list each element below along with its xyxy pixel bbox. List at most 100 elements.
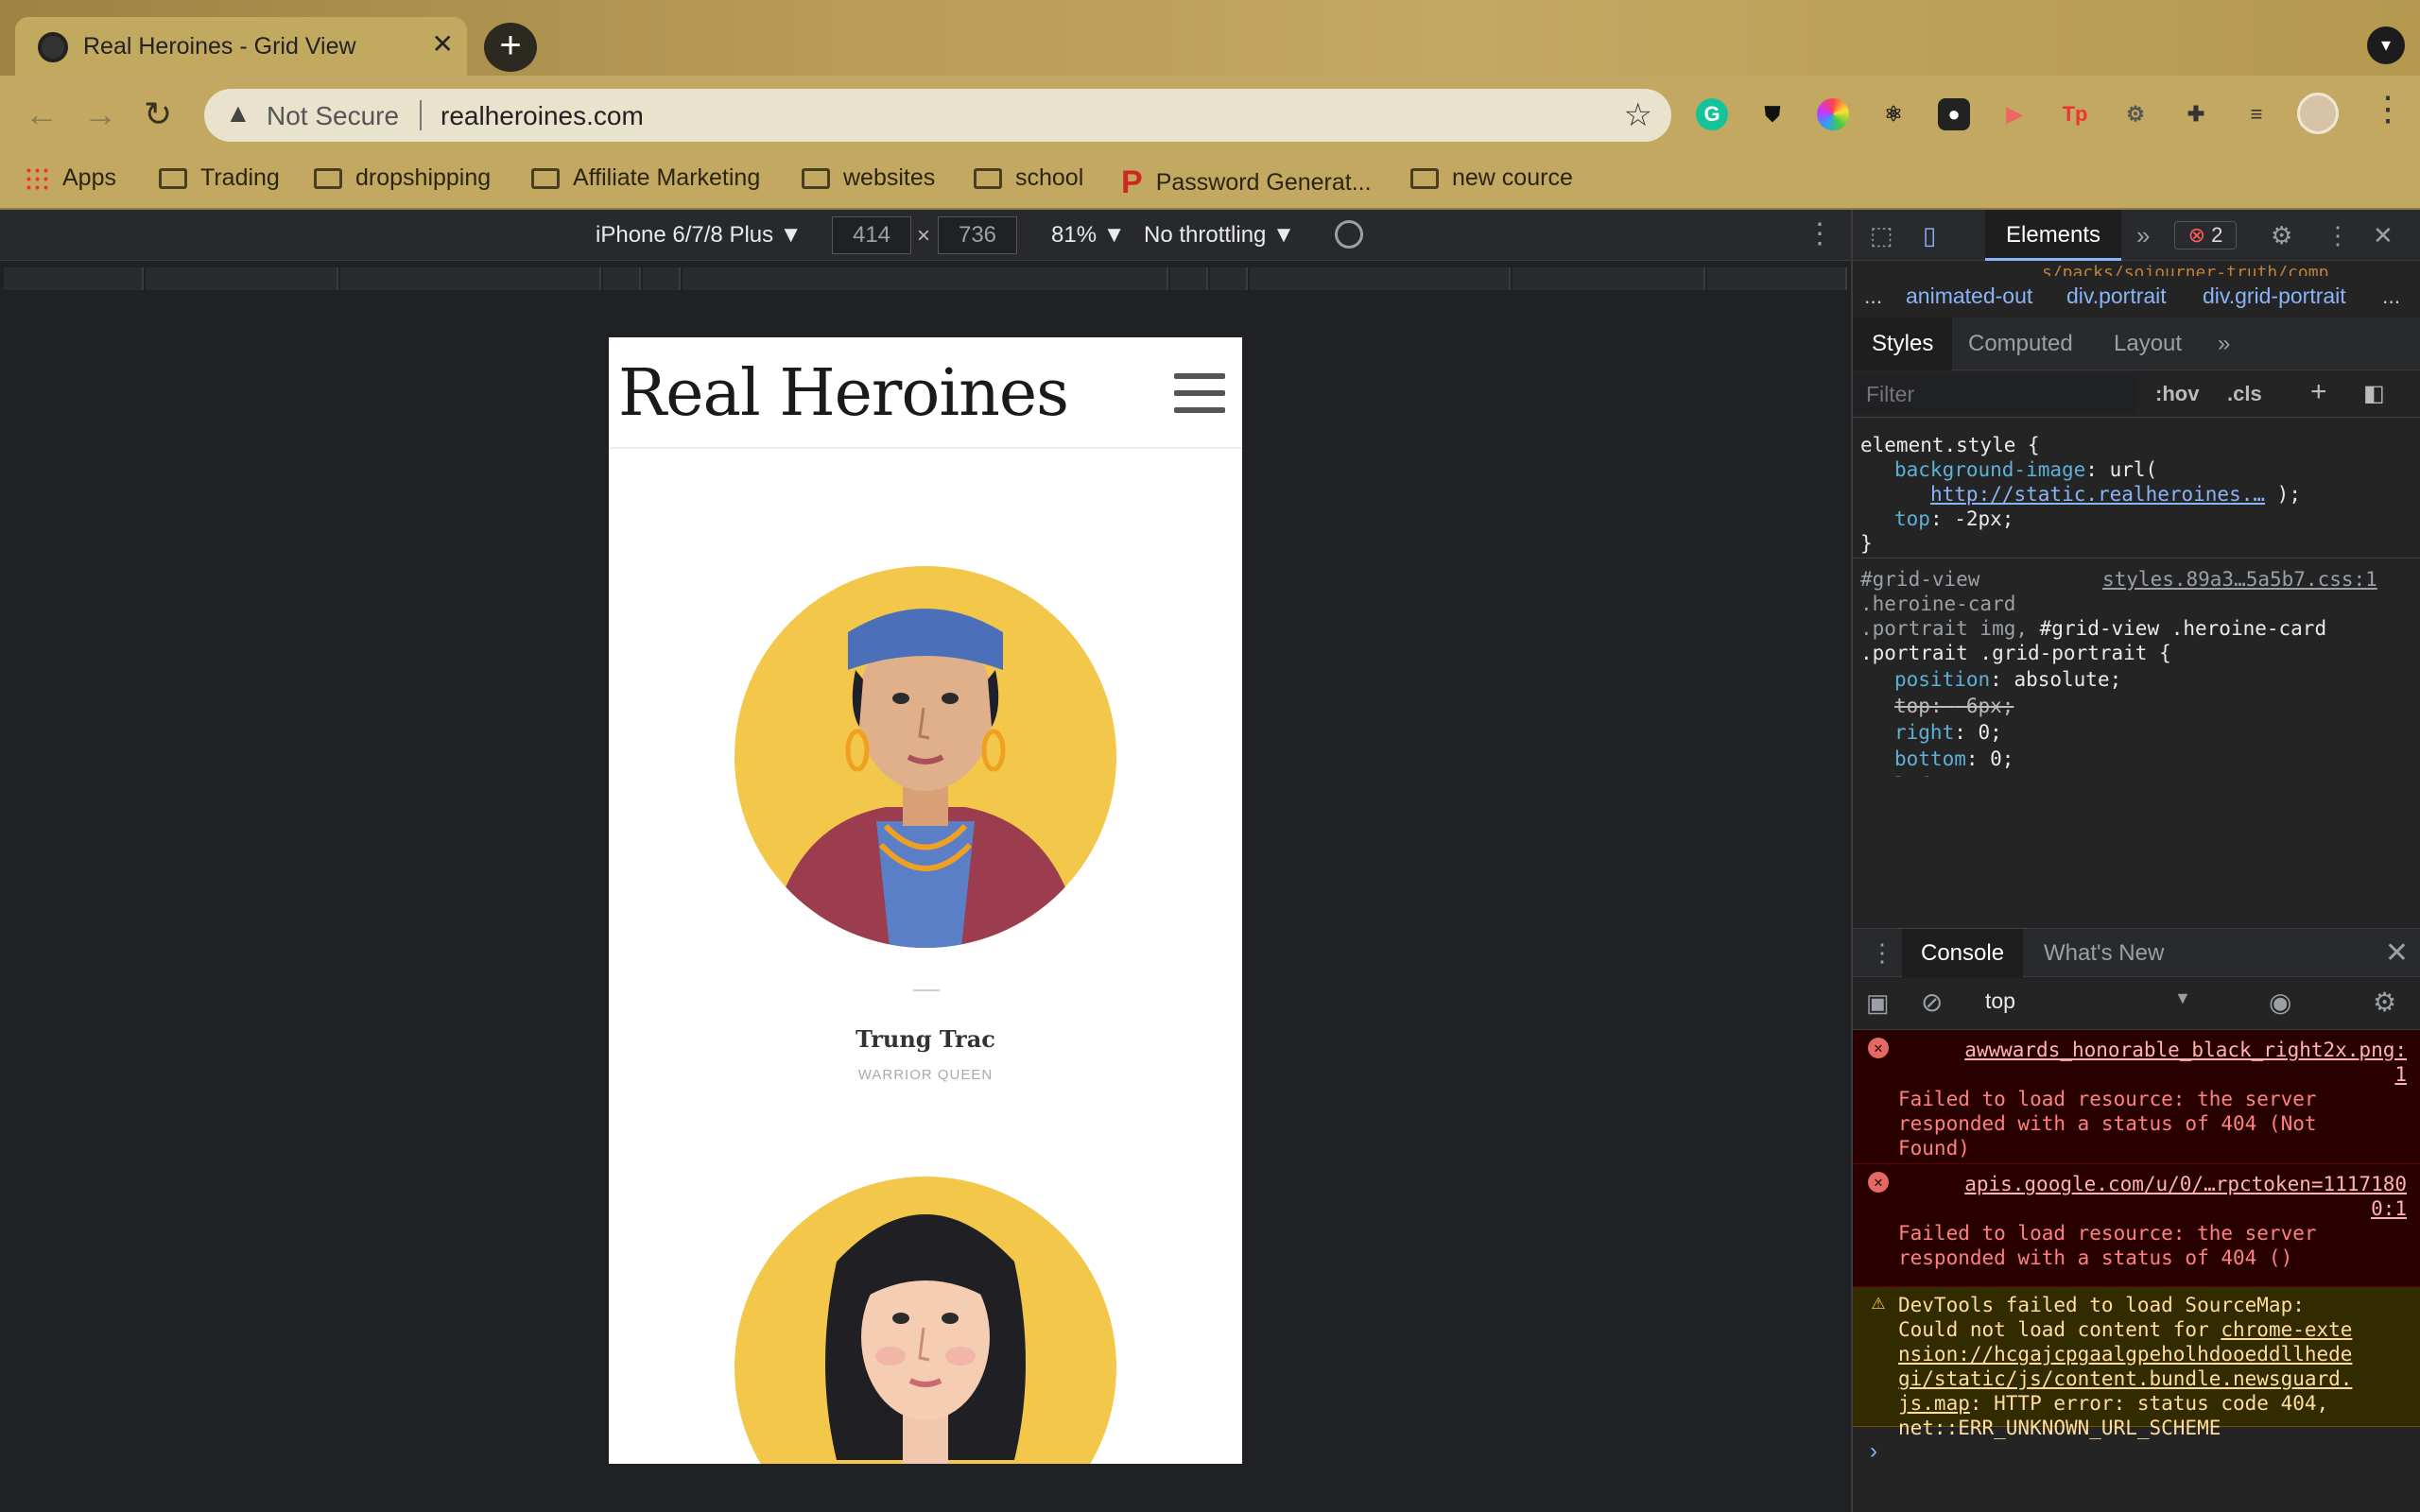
breadcrumb-item[interactable]: div.grid-portrait	[2203, 284, 2346, 309]
console-prompt[interactable]: ›	[1870, 1438, 1877, 1465]
tab-computed[interactable]: Computed	[1968, 331, 2073, 357]
media-query-segment[interactable]	[1210, 267, 1248, 290]
css-declaration[interactable]: right: 0;	[1894, 720, 2002, 746]
throttling-select[interactable]: No throttling ▼	[1144, 222, 1295, 249]
security-status[interactable]: Not Secure	[267, 101, 399, 131]
new-tab-button[interactable]: +	[484, 23, 537, 72]
breadcrumb-item[interactable]: div.portrait	[2066, 284, 2167, 309]
site-logo[interactable]: Real Heroines	[618, 356, 1069, 431]
media-query-segment[interactable]	[603, 267, 641, 290]
css-selector[interactable]: element.style {	[1860, 433, 2040, 458]
error-source-link[interactable]: apis.google.com/u/0/…rpctoken=1117180 0:…	[1898, 1172, 2407, 1221]
console-sidebar-icon[interactable]: ▣	[1866, 988, 1890, 1018]
tab-layout[interactable]: Layout	[2114, 331, 2182, 357]
styles-filter-input[interactable]	[1853, 376, 2136, 412]
media-query-segment[interactable]	[146, 267, 338, 290]
more-tabs-icon[interactable]: »	[2136, 221, 2150, 250]
css-declaration[interactable]: position: absolute;	[1894, 667, 2121, 693]
settings-extension-icon[interactable]: ⚙	[2119, 98, 2152, 130]
error-count-badge[interactable]: ⊗ 2	[2174, 221, 2237, 249]
bookmark-websites[interactable]: websites	[802, 164, 935, 192]
hamburger-menu-icon[interactable]	[1174, 373, 1225, 413]
device-toggle-icon[interactable]: ▯	[1923, 221, 1936, 250]
more-subtabs-icon[interactable]: »	[2218, 331, 2230, 357]
inspect-element-icon[interactable]: ⬚	[1870, 221, 1893, 250]
cls-toggle[interactable]: .cls	[2227, 382, 2262, 406]
tab-styles[interactable]: Styles	[1853, 318, 1953, 370]
close-devtools-icon[interactable]: ✕	[2373, 221, 2394, 250]
rotate-icon[interactable]	[1335, 220, 1363, 249]
github-extension-icon[interactable]: ●	[1938, 98, 1970, 130]
breadcrumb-ellipsis[interactable]: ...	[2382, 284, 2400, 309]
tab-elements[interactable]: Elements	[1985, 210, 2122, 261]
clear-console-icon[interactable]: ⊘	[1921, 987, 1943, 1018]
bookmark-dropshipping[interactable]: dropshipping	[314, 164, 491, 192]
media-query-bar[interactable]	[0, 262, 1851, 296]
media-query-segment[interactable]	[643, 267, 681, 290]
new-rule-icon[interactable]: +	[2310, 376, 2327, 408]
bookmark-new-cource[interactable]: new cource	[1410, 164, 1573, 192]
heroine-portrait[interactable]	[735, 566, 1116, 948]
devtools-menu-icon[interactable]: ⋮	[2325, 221, 2350, 250]
error-source-link[interactable]: awwwards_honorable_black_right2x.png: 1	[1898, 1038, 2407, 1087]
bookmark-school[interactable]: school	[974, 164, 1083, 192]
css-declaration[interactable]: bottom: 0;	[1894, 747, 2014, 772]
back-arrow-icon[interactable]: ←	[25, 94, 59, 134]
device-width-input[interactable]: 414	[832, 216, 911, 254]
device-height-input[interactable]: 736	[938, 216, 1017, 254]
bookmark-affiliate-marketing[interactable]: Affiliate Marketing	[531, 164, 760, 192]
url-text[interactable]: realheroines.com	[441, 101, 644, 131]
profile-avatar[interactable]	[2297, 93, 2339, 134]
zoom-select[interactable]: 81% ▼	[1051, 222, 1125, 249]
device-select[interactable]: iPhone 6/7/8 Plus ▼	[596, 222, 803, 249]
shield-extension-icon[interactable]: ⛊	[1756, 98, 1789, 130]
bookmark-apps[interactable]: Apps	[25, 164, 116, 192]
device-more-icon[interactable]: ⋮	[1806, 217, 1834, 250]
settings-gear-icon[interactable]: ⚙	[2271, 221, 2292, 250]
css-selector[interactable]: #grid-view	[1860, 567, 1979, 593]
breadcrumb-ellipsis[interactable]: ...	[1864, 284, 1882, 309]
reading-list-icon[interactable]: ≡	[2240, 98, 2273, 130]
bookmark-star-icon[interactable]: ☆	[1624, 96, 1652, 134]
tab-close-icon[interactable]: ✕	[432, 28, 454, 60]
stylesheet-source-link[interactable]: styles.89a3…5a5b7.css:1	[2102, 567, 2377, 593]
breadcrumb-item[interactable]: animated-out	[1906, 284, 2032, 309]
media-query-segment[interactable]	[1512, 267, 1705, 290]
bookmark-trading[interactable]: Trading	[159, 164, 280, 192]
grammarly-extension-icon[interactable]: G	[1696, 98, 1728, 130]
drawer-menu-icon[interactable]: ⋮	[1870, 938, 1894, 968]
media-query-segment[interactable]	[1250, 267, 1511, 290]
context-select[interactable]: top ▼	[1985, 988, 2250, 1014]
live-expression-eye-icon[interactable]: ◉	[2269, 987, 2291, 1018]
forward-arrow-icon[interactable]: →	[83, 94, 117, 134]
video-extension-icon[interactable]: ▶	[1998, 98, 2031, 130]
tab-search-icon[interactable]: ▾	[2367, 26, 2405, 64]
tab-console[interactable]: Console	[1902, 929, 2024, 978]
color-picker-extension-icon[interactable]	[1817, 98, 1849, 130]
media-query-segment[interactable]	[1707, 267, 1847, 290]
chrome-menu-icon[interactable]: ⋮	[2371, 89, 2405, 129]
bookmark-password-generator[interactable]: P Password Generat...	[1121, 164, 1372, 201]
reload-icon[interactable]: ↻	[144, 94, 172, 134]
warning-icon[interactable]: ▲	[225, 98, 251, 129]
sidebar-toggle-icon[interactable]: ◧	[2363, 380, 2385, 407]
css-declaration[interactable]: top: -2px;	[1894, 507, 2014, 532]
css-selector[interactable]: .portrait img, #grid-view .heroine-card	[1860, 616, 2326, 642]
close-drawer-icon[interactable]: ✕	[2385, 936, 2409, 970]
browser-tab[interactable]: Real Heroines - Grid View ✕	[15, 17, 467, 79]
media-query-segment[interactable]	[4, 267, 144, 290]
address-bar[interactable]: ▲ Not Secure realheroines.com ☆	[204, 89, 1671, 142]
css-selector[interactable]: .heroine-card	[1860, 592, 2015, 617]
media-query-segment[interactable]	[1170, 267, 1208, 290]
heroine-portrait[interactable]	[735, 1177, 1116, 1464]
console-settings-icon[interactable]: ⚙	[2373, 987, 2396, 1018]
heroine-name[interactable]: Trung Trac	[609, 1025, 1242, 1053]
css-selector[interactable]: .portrait .grid-portrait {	[1860, 641, 2171, 666]
media-query-segment[interactable]	[340, 267, 601, 290]
tab-whats-new[interactable]: What's New	[2044, 940, 2164, 967]
tp-extension-icon[interactable]: Tp	[2059, 98, 2091, 130]
extensions-puzzle-icon[interactable]: ✚	[2180, 98, 2212, 130]
react-devtools-icon[interactable]: ⚛	[1877, 98, 1910, 130]
hov-toggle[interactable]: :hov	[2155, 382, 2199, 406]
css-declaration[interactable]: top: -6px;	[1894, 694, 2014, 719]
